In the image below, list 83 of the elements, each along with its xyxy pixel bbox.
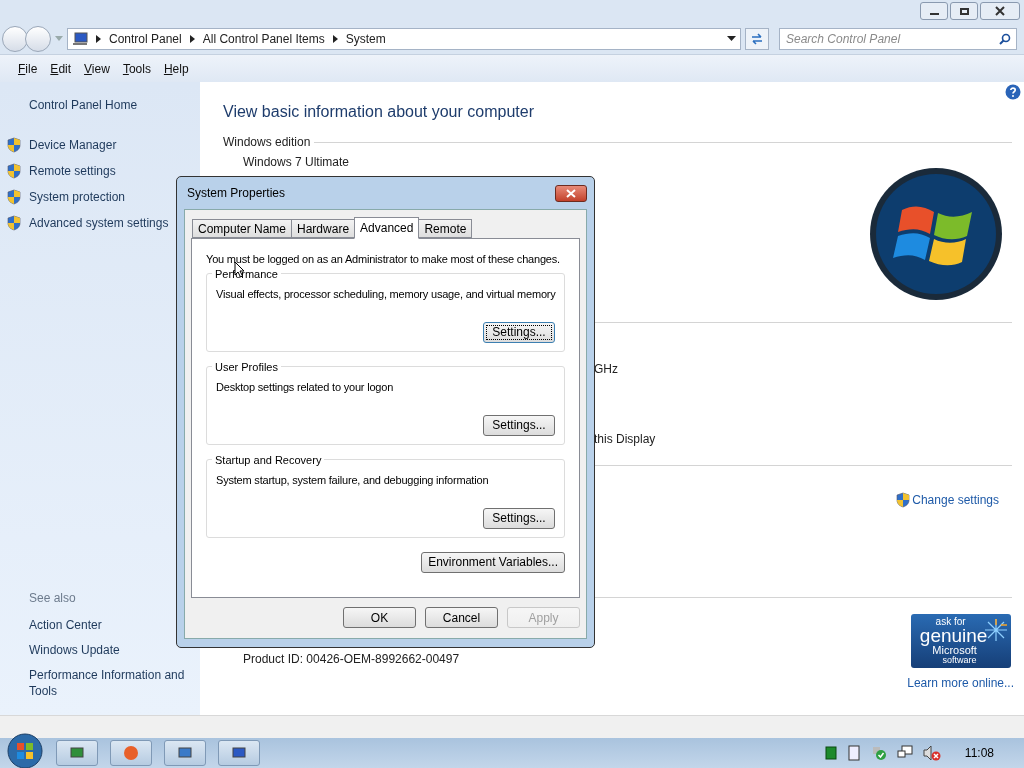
taskbar-button[interactable] [56, 740, 98, 766]
app-icon [123, 745, 139, 761]
change-settings-link[interactable]: Change settings [912, 491, 999, 509]
app-icon [177, 745, 193, 761]
learn-more-link[interactable]: Learn more online... [907, 674, 1014, 692]
badge-text: Microsoft [932, 645, 977, 655]
sidebar-link[interactable]: Performance Information and Tools [29, 667, 194, 699]
menu-item[interactable]: Tools [122, 59, 151, 78]
start-orb-icon [7, 733, 43, 768]
badge-text: software [942, 655, 977, 665]
close-icon [566, 188, 576, 198]
close-icon [995, 6, 1005, 16]
notice-text: You must be logged on as an Administrator to make most of these changes. [206, 252, 561, 267]
chevron-icon [332, 35, 338, 43]
tab[interactable]: Computer Name [192, 219, 293, 238]
help-icon[interactable] [1005, 84, 1021, 100]
computer-icon [72, 32, 88, 46]
badge-text: ask for [935, 617, 966, 627]
shield-icon [896, 492, 911, 508]
clock[interactable]: 11:08 [964, 744, 994, 762]
tab[interactable]: Remote [418, 219, 473, 238]
badge-text: genuine [919, 627, 988, 645]
processor-text: GHz [594, 361, 619, 378]
environment-variables-button[interactable]: Environment Variables... [421, 551, 565, 573]
genuine-badge[interactable]: ask for genuine Microsoft software [910, 614, 1011, 668]
see-also-heading: See also [29, 590, 77, 607]
settings-button[interactable]: Settings... [483, 507, 555, 529]
taskbar-button[interactable] [110, 740, 152, 766]
chevron-icon [189, 35, 195, 43]
menu-item[interactable]: Help [163, 59, 189, 78]
app-icon [231, 745, 247, 761]
speaker-muted-icon[interactable] [922, 745, 941, 761]
breadcrumb-item[interactable]: All Control Panel Items [202, 30, 325, 48]
breadcrumb-item[interactable]: System [345, 30, 386, 48]
address-bar[interactable]: Control Panel All Control Panel Items System [67, 28, 741, 50]
group-description: Desktop settings related to your logon [216, 379, 395, 395]
close-button[interactable] [555, 184, 587, 202]
shield-icon [7, 163, 21, 179]
tray-icon[interactable] [824, 746, 837, 760]
tab[interactable]: Hardware [291, 219, 356, 238]
taskbar-button[interactable] [164, 740, 206, 766]
chevron-icon [96, 35, 101, 43]
minimize-button[interactable] [920, 2, 948, 20]
search-icon [999, 33, 1011, 45]
dialog-title: System Properties [187, 185, 286, 202]
menu-item[interactable]: Edit [50, 59, 72, 78]
dropdown-arrow-icon[interactable] [727, 36, 736, 42]
product-id-text: Product ID: 00426-OEM-8992662-00497 [243, 651, 460, 668]
refresh-icon [750, 33, 764, 45]
taskbar-button[interactable] [218, 740, 260, 766]
sidebar-link[interactable]: Advanced system settings [29, 214, 169, 232]
flag-check-icon[interactable] [870, 745, 887, 761]
start-button[interactable] [6, 736, 44, 766]
page-heading: View basic information about your computer [223, 102, 535, 122]
search-field[interactable]: Search Control Panel [779, 28, 1017, 50]
edition-text: Windows 7 Ultimate [243, 155, 351, 170]
breadcrumb-item[interactable]: Control Panel [109, 30, 182, 48]
network-icon[interactable] [896, 745, 913, 761]
shield-icon [7, 137, 21, 153]
sidebar-link[interactable]: Control Panel Home [29, 96, 200, 114]
section-heading: Windows edition [223, 134, 311, 151]
sidebar-link[interactable]: Remote settings [29, 162, 116, 180]
dialog-button[interactable]: OK [343, 607, 416, 628]
restore-button[interactable] [950, 2, 978, 20]
group-description: System startup, system failure, and debugging information [216, 472, 490, 488]
group-description: Visual effects, processor scheduling, memory usage, and virtual memory [216, 286, 555, 302]
tray-icon[interactable] [846, 745, 861, 761]
app-icon [69, 745, 85, 761]
sidebar-link[interactable]: Windows Update [29, 642, 194, 658]
dropdown-arrow-icon [55, 36, 63, 42]
close-button[interactable] [980, 2, 1020, 20]
settings-button[interactable]: Settings... [483, 414, 555, 436]
menu-item[interactable]: File [18, 59, 38, 78]
tab[interactable]: Advanced [354, 217, 420, 239]
shield-icon [7, 215, 21, 231]
refresh-button[interactable] [745, 28, 769, 50]
dialog-button[interactable]: Cancel [425, 607, 498, 628]
display-text: this Display [594, 431, 657, 448]
settings-button[interactable]: Settings... [483, 321, 555, 343]
shield-icon [7, 189, 21, 205]
sidebar-link[interactable]: System protection [29, 188, 126, 206]
sidebar-link[interactable]: Device Manager [29, 136, 117, 154]
menu-item[interactable]: View [84, 59, 110, 78]
